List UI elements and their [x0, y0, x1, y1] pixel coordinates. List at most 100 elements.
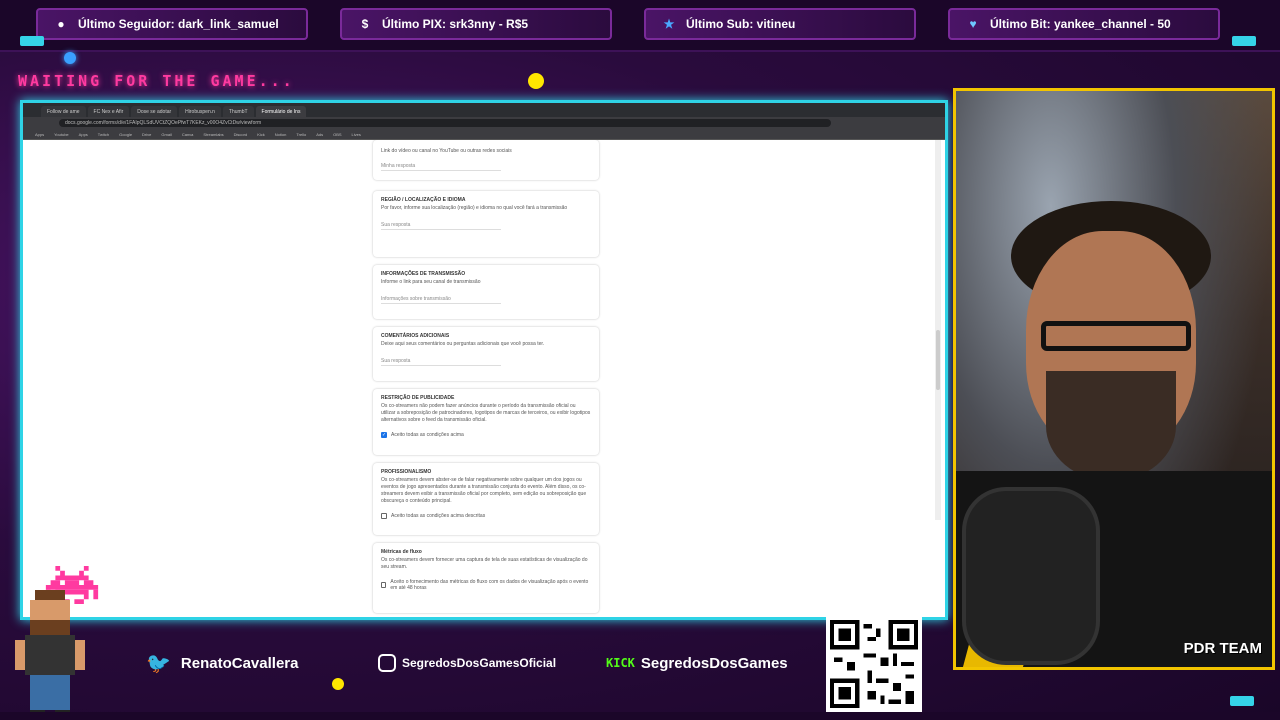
bookmark[interactable]: Canva — [182, 132, 194, 137]
url-field[interactable]: docs.google.com/forms/d/e/1FAIpQLSdUVCtZ… — [59, 119, 831, 127]
bookmark[interactable]: OBS — [333, 132, 341, 137]
webcam-frame: PDR TEAM — [953, 88, 1275, 670]
card-title: Métricas de fluxo — [381, 549, 422, 555]
star-icon: ★ — [663, 17, 675, 31]
browser-tab[interactable]: Dose se adotar — [131, 106, 178, 117]
bookmark[interactable]: Streamlabs — [203, 132, 223, 137]
browser-tab-active[interactable]: Formulário de Ins — [255, 106, 307, 117]
form-card-comments: COMENTÁRIOS ADICIONAIS Deixe aqui seus c… — [373, 327, 599, 381]
footer-line — [0, 712, 1280, 720]
form-card-link: Link do vídeo ou canal no YouTube ou out… — [373, 140, 599, 180]
card-text: Link do vídeo ou canal no YouTube ou out… — [381, 148, 512, 154]
answer-input[interactable]: Sua resposta — [381, 358, 501, 366]
livepix-label: livepix.gg/segredosdosgames — [826, 603, 932, 612]
bookmark[interactable]: Ads — [316, 132, 323, 137]
pixel-character-icon — [15, 590, 85, 720]
kick-handle: SegredosDosGames — [640, 654, 788, 672]
instagram-social: SegredosDosGamesOficial — [378, 650, 556, 676]
browser-tab[interactable]: FC Nex e Afir — [87, 106, 130, 117]
bookmark[interactable]: Youtube — [54, 132, 69, 137]
streamer-glasses — [1041, 321, 1191, 351]
answer-input[interactable]: Minha resposta — [381, 163, 501, 171]
answer-input[interactable]: Informações sobre transmissão — [381, 296, 501, 304]
kick-icon: KICK — [606, 656, 635, 670]
browser-tabs: Follow de ame FC Nex e Afir Dose se adot… — [23, 103, 945, 117]
bookmark[interactable]: Apps — [35, 132, 44, 137]
form-card-publicity: RESTRIÇÃO DE PUBLICIDADE Os co-streamers… — [373, 389, 599, 455]
publicity-checkbox-row[interactable]: ✓ Aceito todas as condições acima — [381, 432, 591, 438]
card-title: INFORMAÇÕES DE TRANSMISSÃO — [381, 271, 466, 277]
page-scrollbar[interactable] — [935, 140, 941, 520]
corner-decor-left — [20, 36, 44, 46]
waiting-text: WAITING FOR THE GAME... — [18, 72, 295, 90]
checkbox-label: Aceito todas as condições acima — [391, 432, 464, 438]
professional-checkbox-row[interactable]: Aceito todas as condições acima descrita… — [381, 513, 591, 519]
instagram-icon — [378, 654, 396, 672]
bookmark[interactable]: Discord — [234, 132, 248, 137]
user-icon: ● — [57, 17, 65, 31]
bookmark[interactable]: Gmail — [161, 132, 171, 137]
card-title: RESTRIÇÃO DE PUBLICIDADE — [381, 395, 455, 401]
scrollbar-thumb[interactable] — [936, 330, 940, 390]
card-title: PROFISSIONALISMO — [381, 469, 432, 475]
form-card-broadcast: INFORMAÇÕES DE TRANSMISSÃO Informe o lin… — [373, 265, 599, 319]
bookmarks-bar: Apps Youtube Apps Twitch Google Drive Gm… — [23, 129, 945, 140]
bookmark[interactable]: Apps — [79, 132, 88, 137]
blue-dot — [64, 52, 76, 64]
qr-code-icon — [830, 620, 918, 708]
corner-decor-right — [1232, 36, 1256, 46]
alerts-bar: ● Último Seguidor: dark_link_samuel $ Úl… — [0, 0, 1280, 52]
card-text: Os co-streamers devem fornecer uma captu… — [381, 557, 588, 570]
card-text: Informe o link para seu canal de transmi… — [381, 279, 481, 285]
alert-follower: ● Último Seguidor: dark_link_samuel — [36, 8, 308, 40]
yellow-dot-small — [332, 678, 344, 690]
form-page: Link do vídeo ou canal no YouTube ou out… — [23, 140, 945, 617]
answer-input[interactable]: Sua resposta — [381, 222, 501, 230]
diamond-icon: ♥ — [969, 17, 977, 31]
microphone — [966, 491, 1096, 661]
browser-tab[interactable]: Hirobuspen.n — [179, 106, 221, 117]
yellow-dot — [528, 73, 544, 89]
instagram-handle: SegredosDosGamesOficial — [402, 656, 557, 670]
card-text: Os co-streamers devem abster-se de falar… — [381, 477, 587, 504]
bookmark[interactable]: Google — [119, 132, 132, 137]
alert-pix: $ Último PIX: srk3nny - R$5 — [340, 8, 612, 40]
bookmark[interactable]: Trello — [296, 132, 306, 137]
kick-social: KICK SegredosDosGames — [606, 650, 788, 676]
metrics-checkbox-row[interactable]: Aceito o fornecimento das métricas do fl… — [381, 579, 591, 591]
card-title: REGIÃO / LOCALIZAÇÃO E IDIOMA — [381, 197, 466, 203]
card-title: COMENTÁRIOS ADICIONAIS — [381, 333, 450, 339]
card-text: Por favor, informe sua localização (regi… — [381, 205, 568, 211]
address-bar-row: docs.google.com/forms/d/e/1FAIpQLSdUVCtZ… — [23, 117, 945, 129]
streamer-beard — [1046, 371, 1176, 481]
checkbox-label: Aceito o fornecimento das métricas do fl… — [390, 579, 589, 591]
form-card-region: REGIÃO / LOCALIZAÇÃO E IDIOMA Por favor,… — [373, 191, 599, 257]
form-card-professional: PROFISSIONALISMO Os co-streamers devem a… — [373, 463, 599, 535]
bookmark[interactable]: Drive — [142, 132, 151, 137]
bookmark[interactable]: Kick — [257, 132, 265, 137]
form-card-metrics: Métricas de fluxo Os co-streamers devem … — [373, 543, 599, 613]
alert-sub: ★ Último Sub: vitineu — [644, 8, 916, 40]
twitter-handle: RenatoCavallera — [180, 654, 299, 672]
checkbox-label: Aceito todas as condições acima descrita… — [391, 513, 486, 519]
qr-code — [826, 616, 922, 712]
alert-bit-label: Último Bit: yankee_channel - 50 — [990, 17, 1171, 31]
checkbox-unchecked[interactable] — [381, 582, 387, 588]
browser-tab[interactable]: ThumbT — [222, 106, 254, 117]
checkbox-unchecked[interactable] — [381, 513, 387, 519]
card-text: Deixe aqui seus comentários ou perguntas… — [381, 341, 545, 347]
twitter-social: 🐦 RenatoCavallera — [146, 650, 298, 676]
bookmark[interactable]: Notion — [275, 132, 287, 137]
corner-decor-bottom — [1230, 696, 1254, 706]
browser-window: Follow de ame FC Nex e Afir Dose se adot… — [20, 100, 948, 620]
alert-bit: ♥ Último Bit: yankee_channel - 50 — [948, 8, 1220, 40]
team-badge: PDR TEAM — [1183, 640, 1262, 657]
alert-sub-label: Último Sub: vitineu — [686, 17, 796, 31]
alert-pix-label: Último PIX: srk3nny - R$5 — [382, 17, 529, 31]
twitter-icon: 🐦 — [146, 652, 171, 675]
alert-follower-label: Último Seguidor: dark_link_samuel — [78, 17, 279, 31]
bookmark[interactable]: Lives — [352, 132, 361, 137]
bookmark[interactable]: Twitch — [98, 132, 109, 137]
browser-tab[interactable]: Follow de ame — [41, 106, 86, 117]
checkbox-checked[interactable]: ✓ — [381, 432, 387, 438]
